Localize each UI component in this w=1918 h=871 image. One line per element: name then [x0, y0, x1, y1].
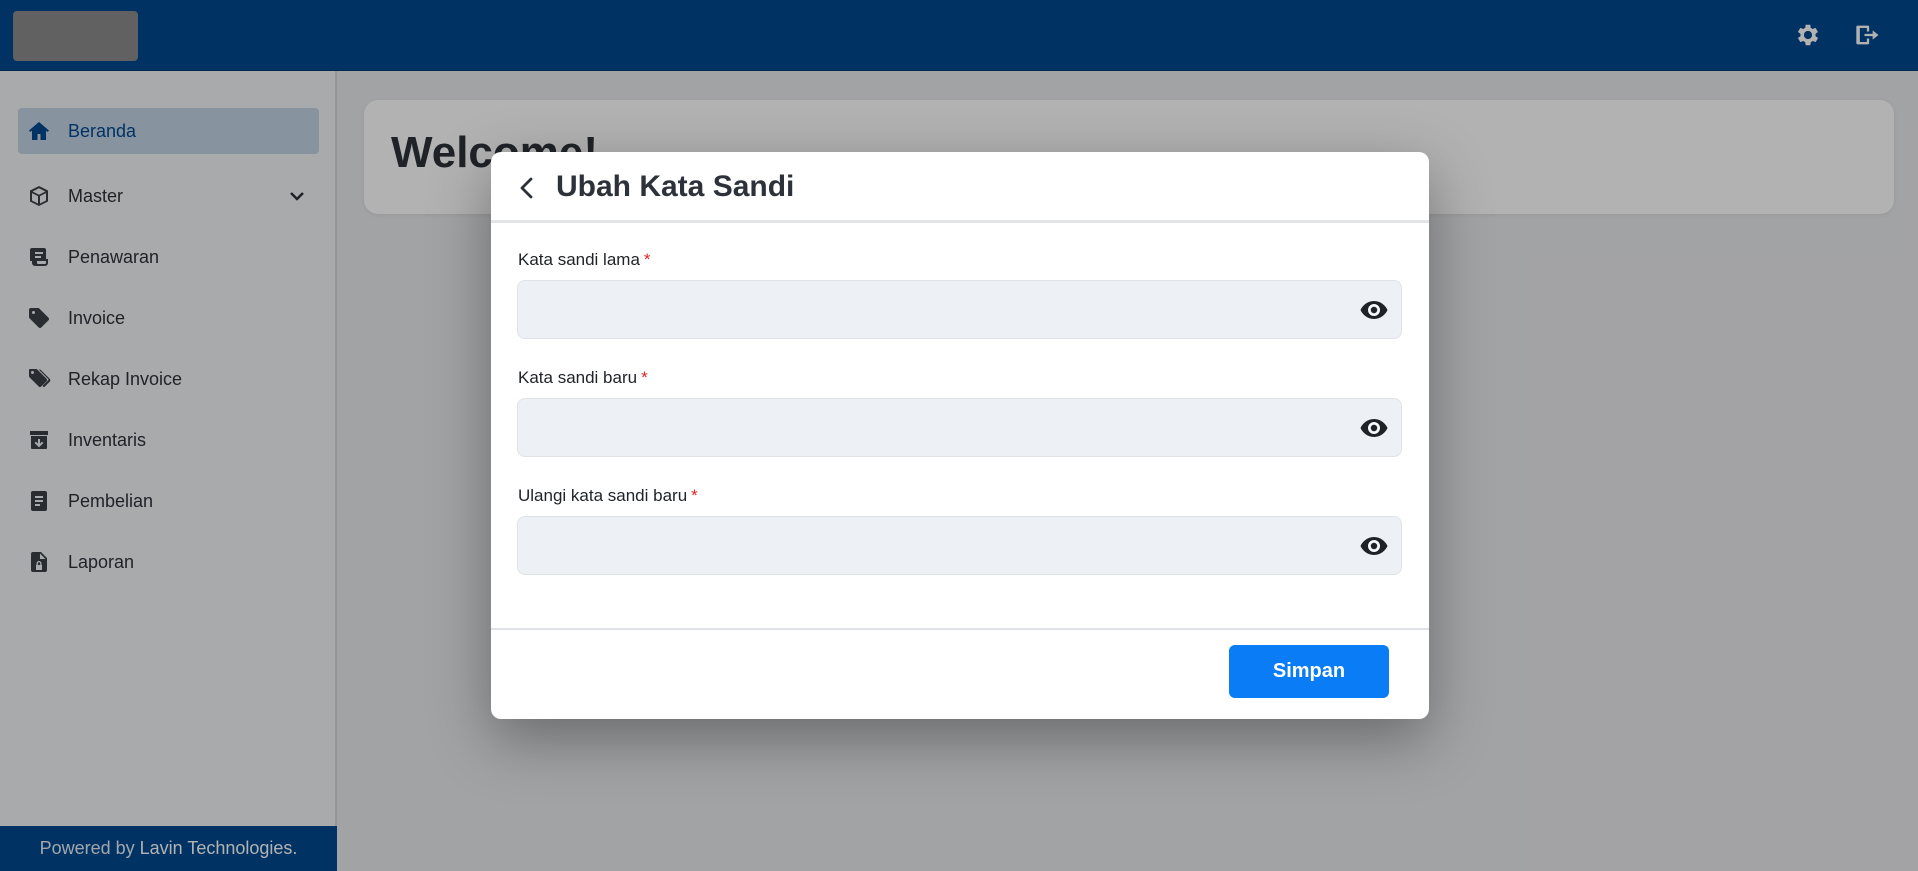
- modal-footer: Simpan: [491, 628, 1429, 719]
- field-label-text: Kata sandi lama: [518, 250, 640, 269]
- new-password-field: [517, 398, 1402, 457]
- required-marker: *: [641, 368, 648, 387]
- confirm-password-input[interactable]: [518, 517, 1338, 574]
- required-marker: *: [691, 486, 698, 505]
- old-password-field: [517, 280, 1402, 339]
- save-button[interactable]: Simpan: [1229, 645, 1389, 698]
- required-marker: *: [643, 250, 651, 269]
- modal-title: Ubah Kata Sandi: [556, 170, 795, 203]
- field-label-text: Kata sandi baru: [518, 368, 638, 387]
- modal-header: Ubah Kata Sandi: [491, 152, 1429, 223]
- eye-icon[interactable]: [1359, 532, 1389, 560]
- old-password-label: Kata sandi lama *: [518, 250, 651, 270]
- back-arrow-icon[interactable]: [511, 172, 543, 204]
- eye-icon[interactable]: [1359, 414, 1389, 442]
- eye-icon[interactable]: [1359, 296, 1389, 324]
- field-label-text: Ulangi kata sandi baru: [518, 486, 688, 505]
- confirm-password-label: Ulangi kata sandi baru *: [518, 486, 698, 506]
- change-password-modal: Ubah Kata Sandi Kata sandi lama * Kata sa…: [491, 152, 1429, 719]
- new-password-input[interactable]: [518, 399, 1338, 456]
- new-password-label: Kata sandi baru *: [518, 368, 648, 388]
- confirm-password-field: [517, 516, 1402, 575]
- old-password-input[interactable]: [518, 281, 1338, 338]
